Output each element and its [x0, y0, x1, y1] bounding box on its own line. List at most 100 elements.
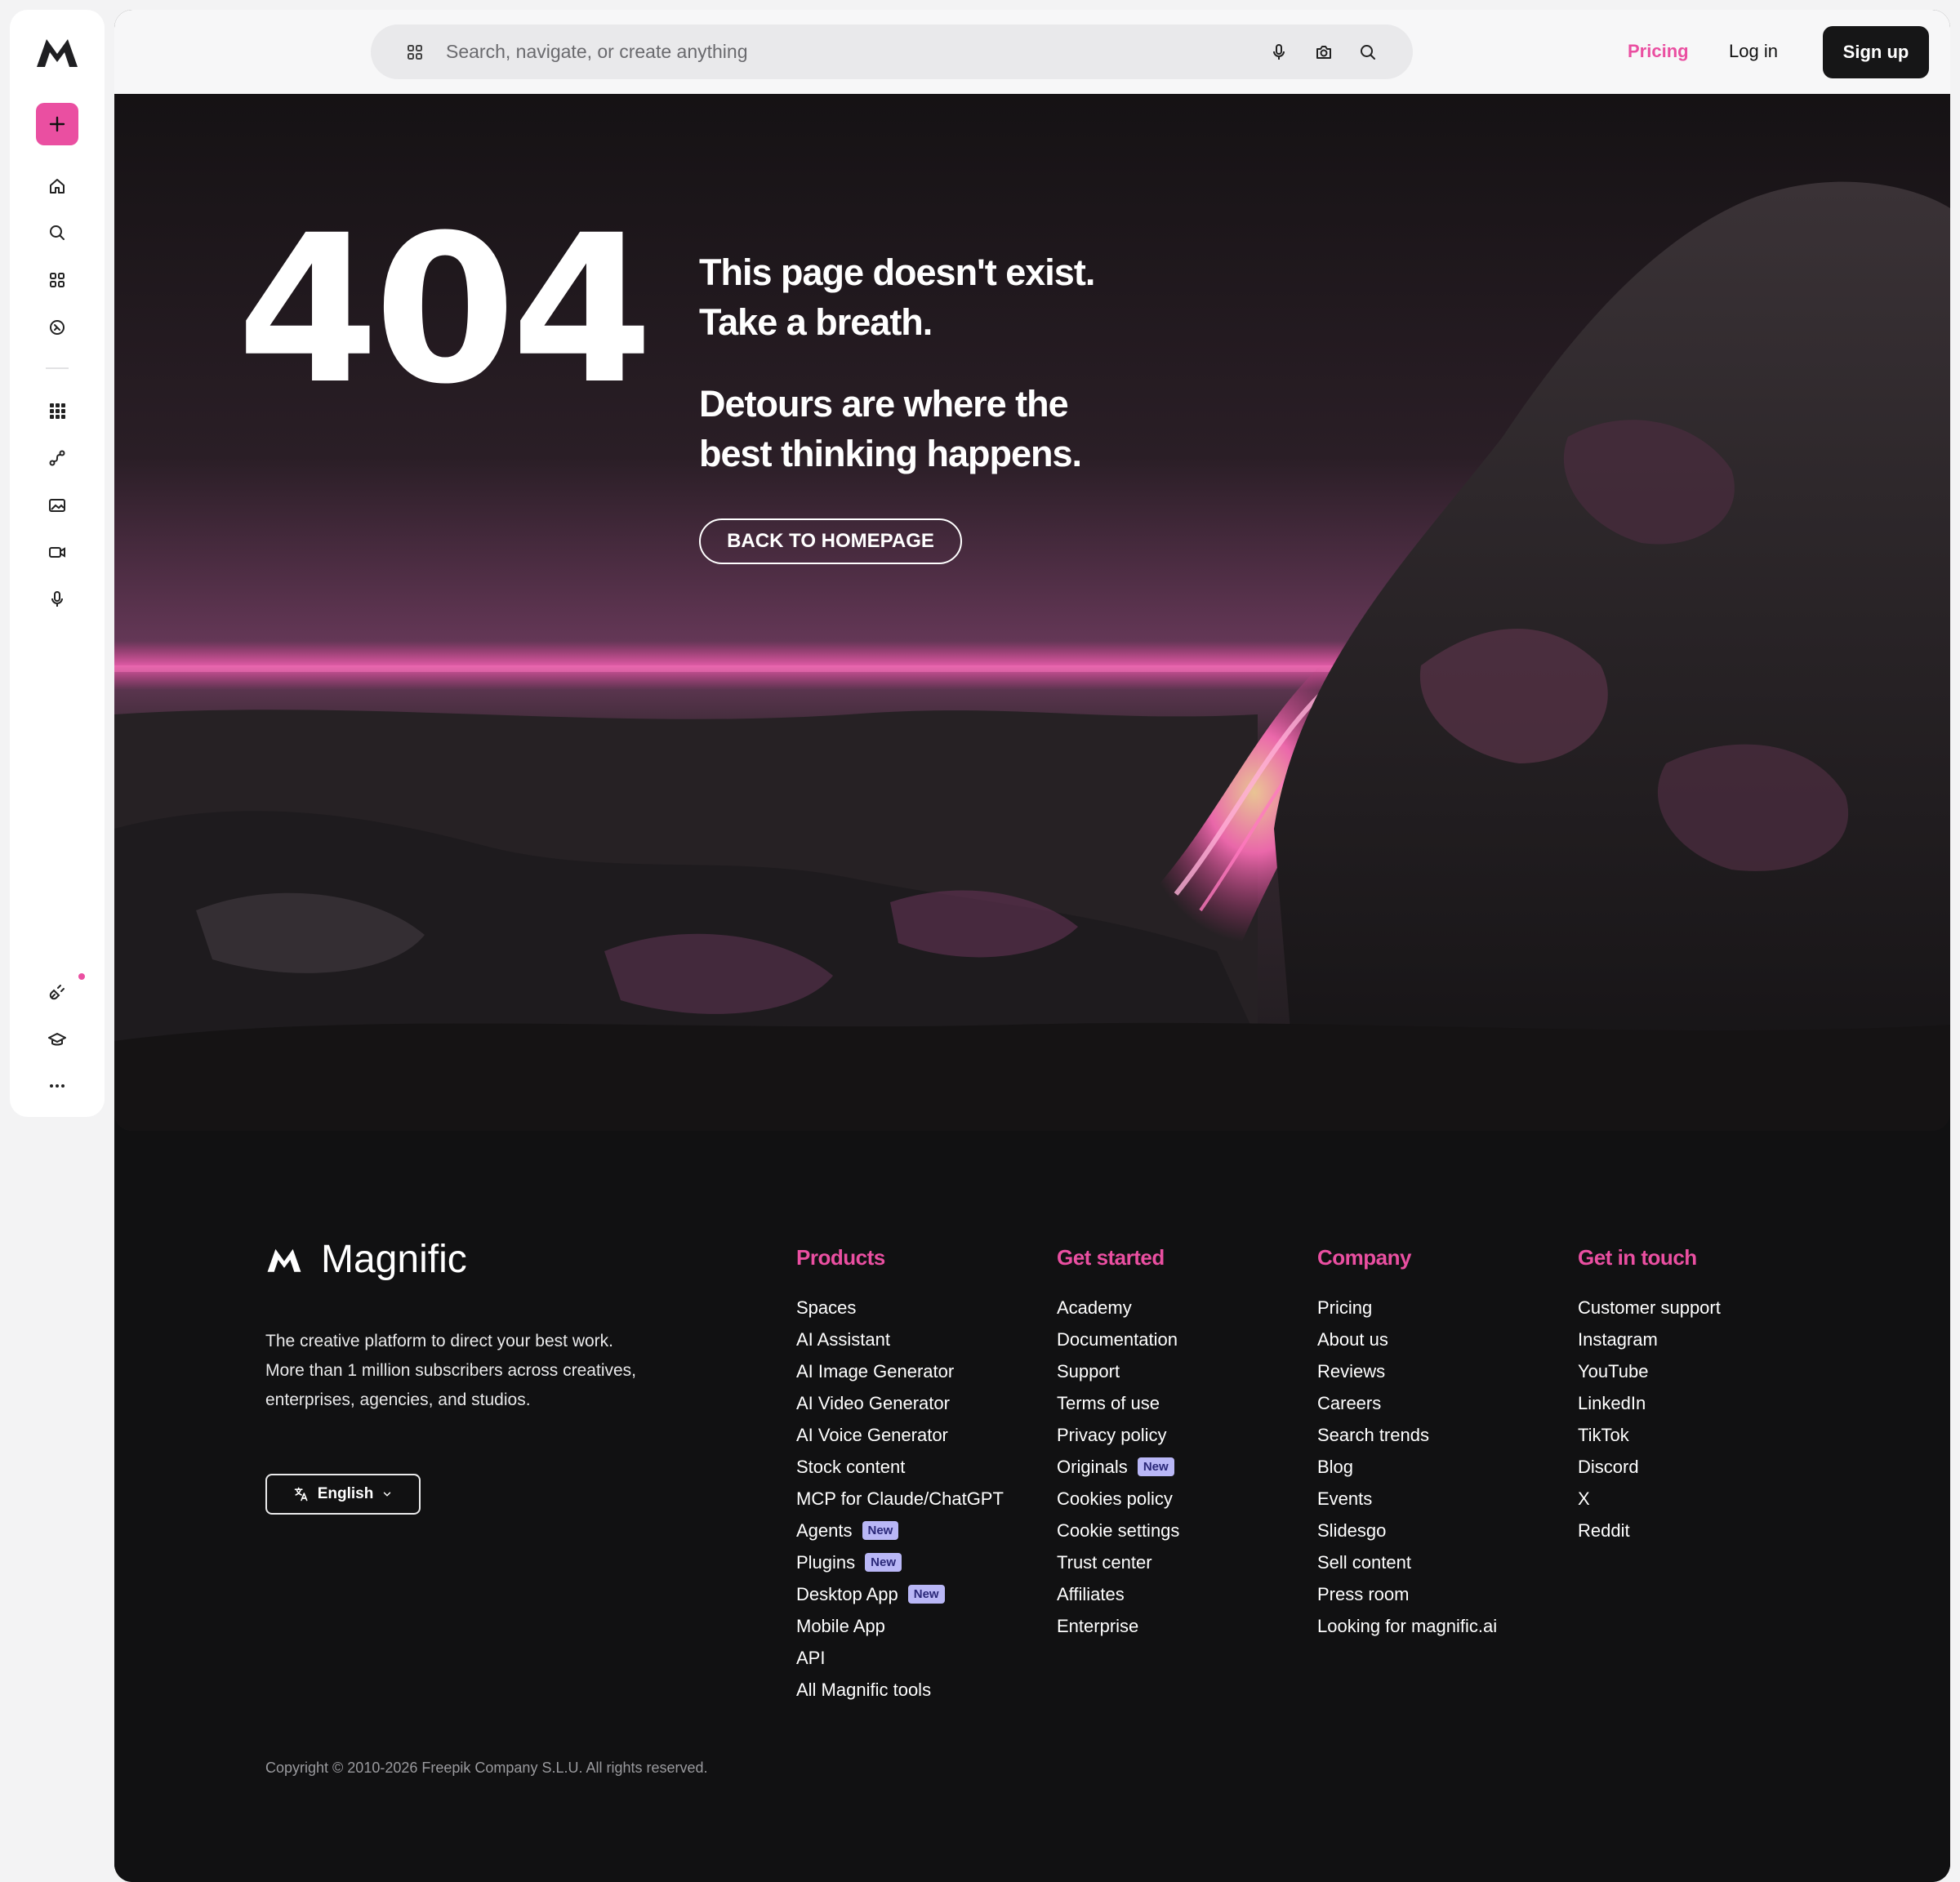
- new-badge: New: [862, 1521, 899, 1540]
- footer-link[interactable]: Enterprise: [1057, 1610, 1179, 1642]
- more-icon: [50, 1084, 65, 1088]
- footer-column: Company Pricing About us Reviews Careers Sear…: [1317, 1245, 1497, 1642]
- video-button[interactable]: [41, 536, 74, 568]
- language-selector[interactable]: English: [265, 1474, 421, 1515]
- voice-search-button[interactable]: [1268, 42, 1290, 63]
- footer-link-label: Stock content: [796, 1456, 906, 1477]
- academy-button[interactable]: [41, 1023, 74, 1056]
- footer-link-label: Support: [1057, 1360, 1120, 1381]
- footer-link[interactable]: Search trends: [1317, 1419, 1497, 1451]
- footer-link[interactable]: Desktop App New: [796, 1578, 1004, 1610]
- footer-link[interactable]: Terms of use: [1057, 1387, 1179, 1419]
- explore-icon: [50, 320, 65, 335]
- footer-link[interactable]: Slidesgo: [1317, 1515, 1497, 1546]
- footer-link-label: Slidesgo: [1317, 1519, 1387, 1541]
- footer-link[interactable]: AI Video Generator: [796, 1387, 1004, 1419]
- footer-link-label: Affiliates: [1057, 1583, 1125, 1604]
- footer-link[interactable]: Reddit: [1578, 1515, 1721, 1546]
- footer-link[interactable]: X: [1578, 1483, 1721, 1515]
- footer-column-title: Company: [1317, 1245, 1411, 1270]
- footer-link[interactable]: Mobile App: [796, 1610, 1004, 1642]
- footer-link[interactable]: AI Assistant: [796, 1324, 1004, 1355]
- footer-link[interactable]: API: [796, 1642, 1004, 1674]
- create-button[interactable]: [36, 103, 78, 145]
- footer-link[interactable]: Sell content: [1317, 1546, 1497, 1578]
- footer-link[interactable]: Reviews: [1317, 1355, 1497, 1387]
- footer-link[interactable]: Customer support: [1578, 1292, 1721, 1324]
- login-link[interactable]: Log in: [1729, 41, 1778, 62]
- footer-link[interactable]: YouTube: [1578, 1355, 1721, 1387]
- sidebar: [10, 10, 105, 1117]
- workflow-button[interactable]: [41, 442, 74, 474]
- footer-link-label: Pricing: [1317, 1297, 1373, 1318]
- search-submit-button[interactable]: [1357, 42, 1379, 63]
- pricing-link[interactable]: Pricing: [1628, 41, 1689, 62]
- footer-link[interactable]: Blog: [1317, 1451, 1497, 1483]
- footer-link[interactable]: Cookie settings: [1057, 1515, 1179, 1546]
- footer-link[interactable]: Privacy policy: [1057, 1419, 1179, 1451]
- footer-link-label: Enterprise: [1057, 1615, 1139, 1636]
- footer-link-label: API: [796, 1647, 826, 1668]
- plugin-button[interactable]: [41, 976, 74, 1008]
- footer-column: Products Spaces AI Assistant AI Image Gener…: [796, 1245, 1004, 1706]
- footer-link[interactable]: Cookies policy: [1057, 1483, 1179, 1515]
- footer-link[interactable]: Spaces: [796, 1292, 1004, 1324]
- footer-link[interactable]: Originals New: [1057, 1451, 1179, 1483]
- signup-button[interactable]: Sign up: [1823, 26, 1929, 78]
- search-bar[interactable]: [371, 24, 1413, 79]
- camera-search-button[interactable]: [1313, 42, 1334, 63]
- tools-grid-button[interactable]: [41, 394, 74, 427]
- footer-link[interactable]: Looking for magnific.ai: [1317, 1610, 1497, 1642]
- footer-link[interactable]: AI Voice Generator: [796, 1419, 1004, 1451]
- error-message: This page doesn't exist. Take a breath.: [699, 251, 1095, 343]
- search-input[interactable]: [446, 34, 1222, 69]
- language-label: English: [317, 1485, 374, 1502]
- footer-link[interactable]: Stock content: [796, 1451, 1004, 1483]
- footer-link[interactable]: Pricing: [1317, 1292, 1497, 1324]
- new-badge: New: [865, 1553, 902, 1572]
- top-bar: Pricing Log in Sign up: [114, 10, 1950, 94]
- footer-link[interactable]: All Magnific tools: [796, 1674, 1004, 1706]
- home-icon: [50, 179, 65, 194]
- logo-icon[interactable]: [35, 34, 79, 70]
- footer-link[interactable]: Events: [1317, 1483, 1497, 1515]
- footer-link[interactable]: Plugins New: [796, 1546, 1004, 1578]
- back-to-homepage-button[interactable]: BACK TO HOMEPAGE: [699, 518, 962, 564]
- footer-link-label: Events: [1317, 1488, 1373, 1509]
- footer-link[interactable]: LinkedIn: [1578, 1387, 1721, 1419]
- footer-link[interactable]: Academy: [1057, 1292, 1179, 1324]
- microphone-icon: [51, 591, 63, 607]
- footer-brand[interactable]: Magnific: [265, 1237, 467, 1282]
- footer-column-title: Get started: [1057, 1245, 1165, 1270]
- apps-button[interactable]: [41, 264, 74, 296]
- home-button[interactable]: [41, 170, 74, 202]
- footer-link-label: Trust center: [1057, 1551, 1152, 1573]
- footer-link-label: AI Video Generator: [796, 1392, 950, 1413]
- footer-link-label: Instagram: [1578, 1328, 1658, 1350]
- footer-link[interactable]: TikTok: [1578, 1419, 1721, 1451]
- explore-button[interactable]: [41, 311, 74, 344]
- image-button[interactable]: [41, 489, 74, 522]
- footer-link[interactable]: Careers: [1317, 1387, 1497, 1419]
- workflow-icon: [49, 450, 65, 466]
- more-button[interactable]: [41, 1070, 74, 1102]
- footer-link[interactable]: Documentation: [1057, 1324, 1179, 1355]
- footer-link[interactable]: MCP for Claude/ChatGPT: [796, 1483, 1004, 1515]
- footer-link[interactable]: Support: [1057, 1355, 1179, 1387]
- footer-link-label: YouTube: [1578, 1360, 1649, 1381]
- footer-link[interactable]: AI Image Generator: [796, 1355, 1004, 1387]
- footer-link[interactable]: Trust center: [1057, 1546, 1179, 1578]
- voice-button[interactable]: [41, 583, 74, 616]
- footer-link-label: Cookie settings: [1057, 1519, 1180, 1541]
- footer-link[interactable]: Discord: [1578, 1451, 1721, 1483]
- footer-link[interactable]: About us: [1317, 1324, 1497, 1355]
- footer-link-label: Desktop App: [796, 1583, 898, 1604]
- footer-link[interactable]: Instagram: [1578, 1324, 1721, 1355]
- footer-link[interactable]: Affiliates: [1057, 1578, 1179, 1610]
- footer-link[interactable]: Press room: [1317, 1578, 1497, 1610]
- footer-tagline: The creative platform to direct your bes…: [265, 1332, 637, 1409]
- search-button[interactable]: [41, 216, 74, 249]
- hero-404: 404 This page doesn't exist. Take a brea…: [114, 94, 1950, 1131]
- tools-grid-icon: [50, 403, 65, 419]
- footer-link[interactable]: Agents New: [796, 1515, 1004, 1546]
